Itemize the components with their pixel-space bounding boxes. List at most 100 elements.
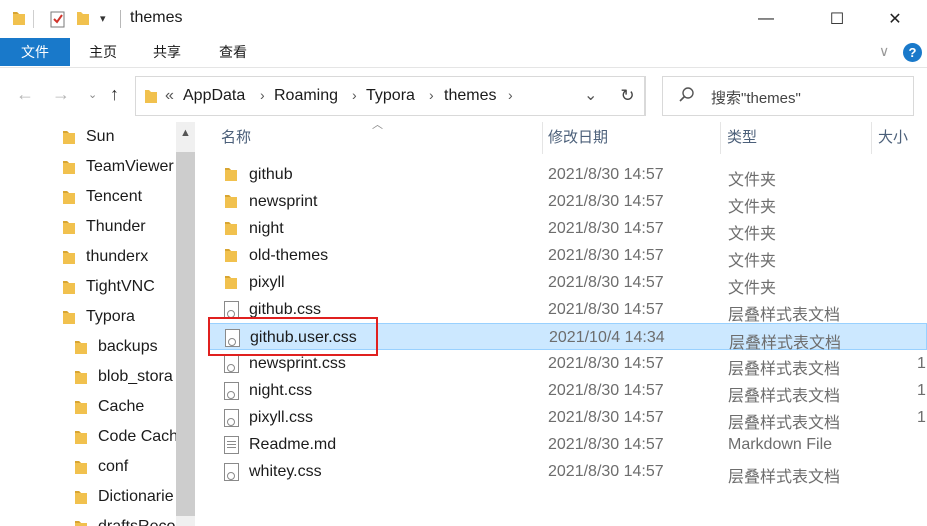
minimize-button[interactable]: — xyxy=(743,0,789,38)
properties-icon[interactable] xyxy=(50,10,65,32)
sidebar-item[interactable]: TeamViewer xyxy=(62,152,174,182)
sidebar-item[interactable]: Thunder xyxy=(62,212,146,242)
close-button[interactable]: ✕ xyxy=(872,0,918,38)
file-date: 2021/8/30 14:57 xyxy=(548,193,664,210)
customize-toolbar-icon[interactable]: ▾ xyxy=(100,12,106,25)
navigation-bar: ← → ⌄ ↑ « AppData › Roaming › Typora › t… xyxy=(0,68,927,122)
breadcrumb-roaming[interactable]: Roaming xyxy=(274,87,338,105)
chevron-right-icon[interactable]: › xyxy=(352,87,357,103)
chevron-right-icon[interactable]: › xyxy=(508,87,513,103)
breadcrumb-themes[interactable]: themes xyxy=(444,87,496,105)
search-placeholder: 搜索"themes" xyxy=(711,90,801,107)
address-bar[interactable]: « AppData › Roaming › Typora › themes › … xyxy=(135,76,645,116)
ribbon-tabs: 文件 主页 共享 查看 ∨ ? xyxy=(0,38,927,68)
sidebar-item[interactable]: draftsReco xyxy=(74,512,175,526)
sidebar-item[interactable]: Cache xyxy=(74,392,144,422)
css-file-icon xyxy=(224,382,239,400)
column-header-size[interactable]: 大小 xyxy=(878,122,908,154)
column-divider[interactable] xyxy=(720,122,721,154)
sidebar-item[interactable]: TightVNC xyxy=(62,272,155,302)
file-row[interactable]: old-themes 2021/8/30 14:57 文件夹 xyxy=(208,242,927,270)
folder-icon xyxy=(75,401,87,414)
file-date: 2021/8/30 14:57 xyxy=(548,463,664,480)
sidebar-scrollbar-thumb[interactable] xyxy=(176,152,195,516)
sidebar-item[interactable]: blob_stora xyxy=(74,362,173,392)
sidebar-item-label: Tencent xyxy=(86,188,143,205)
sidebar-item-label: thunderx xyxy=(86,248,149,265)
file-row[interactable]: night.css 2021/8/30 14:57 层叠样式表文档 1 xyxy=(208,377,927,405)
sidebar-item[interactable]: conf xyxy=(74,452,128,482)
sidebar-item[interactable]: thunderx xyxy=(62,242,148,272)
expand-ribbon-button[interactable]: ∨ xyxy=(879,43,889,60)
file-row[interactable]: Readme.md 2021/8/30 14:57 Markdown File xyxy=(208,431,927,458)
chevron-right-icon[interactable]: › xyxy=(429,87,434,103)
scroll-up-icon[interactable]: ▲ xyxy=(176,122,195,144)
column-divider[interactable] xyxy=(871,122,872,154)
file-name: newsprint.css xyxy=(249,355,346,372)
file-date: 2021/8/30 14:57 xyxy=(548,382,664,399)
file-row[interactable]: night 2021/8/30 14:57 文件夹 xyxy=(208,215,927,243)
file-date: 2021/8/30 14:57 xyxy=(548,220,664,237)
tab-home[interactable]: 主页 xyxy=(80,38,126,66)
new-folder-icon[interactable] xyxy=(76,10,90,30)
css-file-icon xyxy=(224,409,239,427)
file-name: whitey.css xyxy=(249,463,322,480)
file-date: 2021/8/30 14:57 xyxy=(548,436,664,453)
file-row[interactable]: newsprint 2021/8/30 14:57 文件夹 xyxy=(208,188,927,216)
back-arrow-icon[interactable]: ← xyxy=(16,84,34,105)
file-type: 文件夹 xyxy=(728,253,777,270)
file-date: 2021/8/30 14:57 xyxy=(548,247,664,264)
column-header-name[interactable]: 名称 xyxy=(221,122,251,154)
search-icon xyxy=(679,86,695,108)
sidebar-item[interactable]: Typora xyxy=(62,302,135,332)
file-type: 文件夹 xyxy=(728,280,777,297)
folder-icon xyxy=(75,341,87,354)
help-button[interactable]: ? xyxy=(903,43,922,62)
search-input[interactable]: 搜索"themes" xyxy=(662,76,914,116)
sidebar-item[interactable]: Sun xyxy=(62,122,114,152)
tab-file[interactable]: 文件 xyxy=(0,38,70,66)
sidebar-item[interactable]: Dictionarie xyxy=(74,482,174,512)
file-row[interactable]: github 2021/8/30 14:57 文件夹 xyxy=(208,161,927,189)
file-row[interactable]: pixyll 2021/8/30 14:57 文件夹 xyxy=(208,269,927,297)
column-divider[interactable] xyxy=(542,122,543,154)
column-header-date[interactable]: 修改日期 xyxy=(548,122,608,154)
breadcrumb-overflow[interactable]: « xyxy=(165,87,174,105)
column-header-type[interactable]: 类型 xyxy=(727,122,757,154)
forward-arrow-icon[interactable]: → xyxy=(52,84,70,105)
maximize-button[interactable]: ☐ xyxy=(814,0,860,38)
title-divider xyxy=(120,10,121,28)
folder-icon xyxy=(63,311,75,324)
refresh-button[interactable]: ↻ xyxy=(610,76,646,116)
file-size: 1 xyxy=(917,409,926,426)
up-arrow-icon[interactable]: ↑ xyxy=(110,84,119,105)
file-row[interactable]: whitey.css 2021/8/30 14:57 层叠样式表文档 xyxy=(208,458,927,486)
sidebar-item-label: Code Cach xyxy=(98,428,179,445)
folder-icon[interactable] xyxy=(12,10,26,30)
sidebar-item-label: backups xyxy=(98,338,158,355)
recent-locations-icon[interactable]: ⌄ xyxy=(88,88,97,101)
tab-view[interactable]: 查看 xyxy=(210,38,256,66)
breadcrumb-appdata[interactable]: AppData xyxy=(183,87,245,105)
sort-ascending-icon: ︿ xyxy=(372,119,383,131)
tab-share[interactable]: 共享 xyxy=(144,38,190,66)
sidebar-item-label: Cache xyxy=(98,398,145,415)
sidebar-item-label: draftsReco xyxy=(98,518,175,526)
folder-icon xyxy=(75,431,87,444)
folder-icon xyxy=(63,131,75,144)
sidebar-item[interactable]: Code Cach xyxy=(74,422,178,452)
file-type: 层叠样式表文档 xyxy=(728,469,841,486)
file-name: old-themes xyxy=(249,247,329,264)
chevron-right-icon[interactable]: › xyxy=(260,87,265,103)
file-row[interactable]: pixyll.css 2021/8/30 14:57 层叠样式表文档 1 xyxy=(208,404,927,432)
sidebar-item[interactable]: Tencent xyxy=(62,182,142,212)
sidebar-item-label: conf xyxy=(98,458,129,475)
file-date: 2021/10/4 14:34 xyxy=(549,329,665,346)
file-type: 层叠样式表文档 xyxy=(728,415,841,432)
address-dropdown-icon[interactable]: ⌄ xyxy=(584,85,597,105)
title-bar: ▾ themes — ☐ ✕ xyxy=(0,0,927,38)
file-name: newsprint xyxy=(249,193,318,210)
breadcrumb-typora[interactable]: Typora xyxy=(366,87,415,105)
folder-icon xyxy=(224,166,238,186)
sidebar-item[interactable]: backups xyxy=(74,332,158,362)
